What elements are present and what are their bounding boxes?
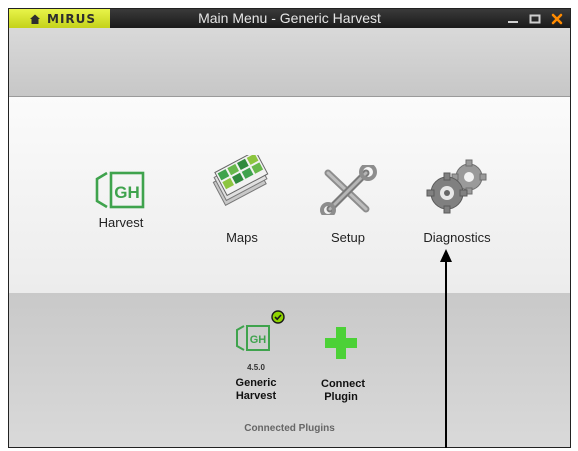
maximize-button[interactable] bbox=[528, 12, 542, 26]
plus-icon bbox=[325, 327, 357, 359]
app-window: MIRUS Main Menu - Generic Harvest GH Har… bbox=[8, 8, 571, 448]
maps-icon bbox=[212, 155, 269, 207]
wrench-screwdriver-icon bbox=[320, 165, 377, 215]
plugins-panel: GH 4.5.0 Generic Harvest Connect Plugin … bbox=[9, 293, 570, 447]
svg-text:GH: GH bbox=[114, 183, 140, 202]
plugin-name-generic-harvest: Generic Harvest bbox=[235, 377, 277, 402]
main-menu: GH Harvest Maps Setup Diagnostics bbox=[9, 96, 570, 294]
minimize-icon bbox=[508, 20, 518, 23]
top-band bbox=[9, 28, 570, 96]
gears-icon bbox=[426, 159, 487, 214]
gh-plugin-icon: GH bbox=[236, 325, 270, 351]
menu-item-setup[interactable]: Setup bbox=[314, 165, 382, 245]
menu-label-harvest: Harvest bbox=[98, 215, 144, 230]
svg-text:GH: GH bbox=[250, 334, 267, 346]
menu-label-setup: Setup bbox=[331, 230, 365, 245]
menu-item-harvest[interactable]: GH Harvest bbox=[91, 169, 151, 230]
connect-plugin-label: Connect Plugin bbox=[321, 378, 365, 403]
title-bar: MIRUS Main Menu - Generic Harvest bbox=[9, 9, 570, 28]
plugin-version: 4.5.0 bbox=[247, 363, 265, 372]
maximize-icon bbox=[529, 14, 541, 23]
menu-item-maps[interactable]: Maps bbox=[207, 155, 277, 245]
gh-harvest-icon: GH bbox=[95, 171, 145, 209]
minimize-button[interactable] bbox=[506, 12, 520, 26]
menu-label-diagnostics: Diagnostics bbox=[423, 230, 491, 245]
connect-plugin-button[interactable]: Connect Plugin bbox=[309, 327, 373, 417]
close-icon bbox=[551, 13, 563, 24]
window-title: Main Menu - Generic Harvest bbox=[198, 10, 381, 26]
menu-label-maps: Maps bbox=[226, 230, 258, 245]
connected-check-icon bbox=[271, 310, 285, 324]
connected-plugins-label: Connected Plugins bbox=[244, 423, 335, 434]
close-button[interactable] bbox=[550, 12, 564, 26]
menu-item-diagnostics[interactable]: Diagnostics bbox=[419, 157, 495, 245]
plugin-generic-harvest[interactable]: GH 4.5.0 Generic Harvest bbox=[224, 310, 288, 415]
window-controls bbox=[506, 9, 564, 28]
